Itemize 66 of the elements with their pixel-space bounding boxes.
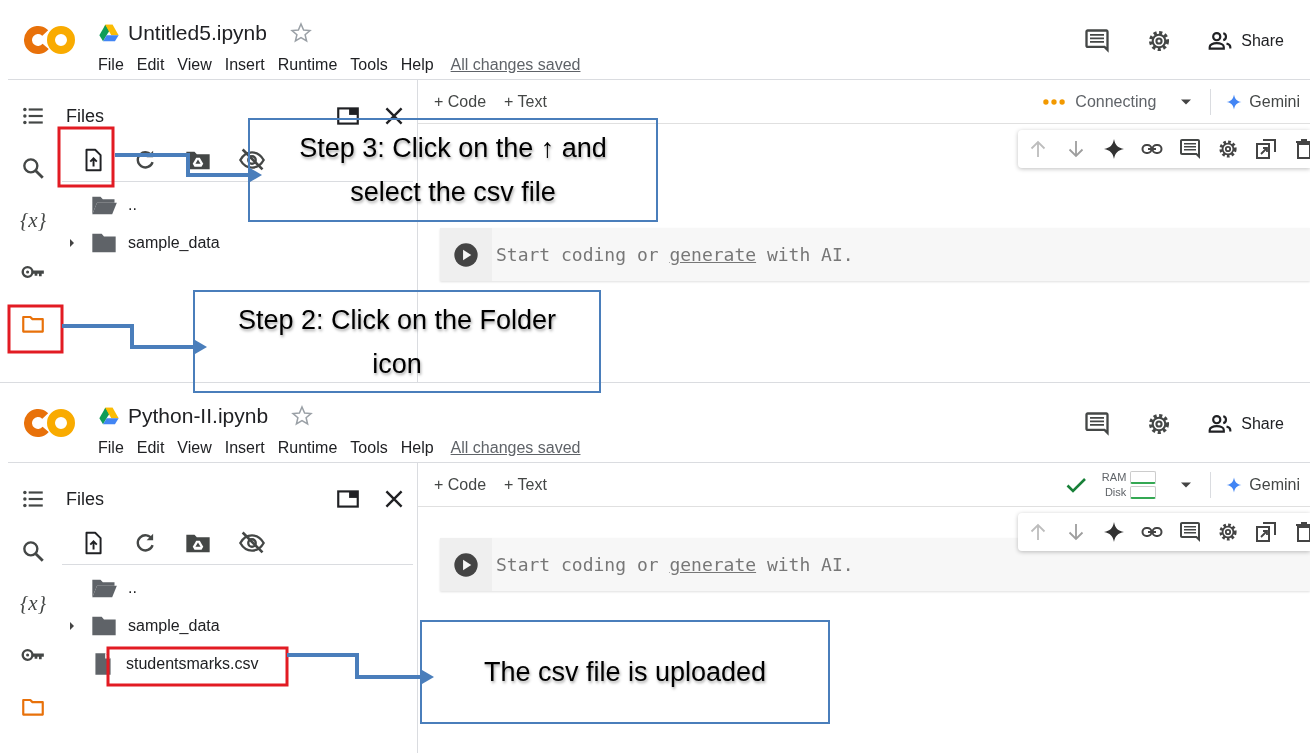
ram-label: RAM <box>1101 470 1127 484</box>
callout-text: The csv file is uploaded <box>483 656 767 689</box>
callout-text: Step 3: Click on the ↑ and select the csv file <box>298 132 608 209</box>
run-cell-icon[interactable] <box>452 240 480 269</box>
star-icon[interactable] <box>290 403 315 428</box>
menu-item[interactable]: Tools <box>350 52 388 77</box>
menu-item[interactable]: Insert <box>224 435 265 460</box>
add-cell-button[interactable]: + Text <box>504 89 547 114</box>
search-icon[interactable] <box>20 538 46 564</box>
comment-icon[interactable] <box>1178 520 1202 544</box>
run-cell-icon[interactable] <box>452 550 480 579</box>
menu-item[interactable]: Tools <box>350 435 388 460</box>
file-name[interactable]: sample_data <box>128 231 220 255</box>
notebook-title[interactable]: Untitled5.ipynb <box>128 17 267 49</box>
menu-item[interactable]: Runtime <box>277 52 338 77</box>
file-name[interactable]: studentsmarks.csv <box>126 652 259 676</box>
file-name[interactable]: sample_data <box>128 614 220 638</box>
add-cell-button[interactable]: + Code <box>434 472 487 497</box>
add-cell-button[interactable]: + Text <box>504 472 547 497</box>
menu-item[interactable]: View <box>177 435 212 460</box>
save-status-link[interactable]: All changes saved <box>450 435 581 460</box>
code-cell[interactable]: Start coding or generate with AI. <box>440 538 1310 591</box>
comment-icon[interactable] <box>1083 410 1112 438</box>
menu-item[interactable]: Edit <box>136 52 165 77</box>
file-name[interactable]: .. <box>128 193 137 217</box>
menu-item[interactable]: Help <box>400 52 434 77</box>
search-icon[interactable] <box>20 155 46 181</box>
callout-text: Step 2: Click on the Folder icon <box>236 303 558 381</box>
highlight-box <box>7 304 64 354</box>
menu-item[interactable]: Edit <box>136 435 165 460</box>
connecting-dots-icon <box>1043 98 1066 105</box>
menu-item[interactable]: View <box>177 52 212 77</box>
menu-item[interactable]: Insert <box>224 52 265 77</box>
code-cell[interactable]: Start coding or generate with AI. <box>440 228 1310 281</box>
share-button[interactable]: Share <box>1207 411 1284 437</box>
ram-meter <box>1130 470 1157 484</box>
comment-icon[interactable] <box>1083 27 1112 55</box>
disk-meter <box>1130 485 1157 499</box>
colab-logo[interactable] <box>24 25 76 55</box>
file-name[interactable]: .. <box>128 576 137 600</box>
generate-link[interactable]: generate <box>669 244 757 265</box>
colab-logo[interactable] <box>24 408 76 438</box>
connection-status[interactable]: Connecting <box>1075 89 1157 114</box>
notebook-title[interactable]: Python-II.ipynb <box>128 400 269 432</box>
panel-title: Files <box>66 104 104 128</box>
star-icon[interactable] <box>288 20 313 45</box>
menu-item[interactable]: File <box>98 435 124 460</box>
cell-placeholder: Start coding or generate with AI. <box>496 243 854 267</box>
panel-title: Files <box>66 487 104 511</box>
variables-icon[interactable]: {x} <box>19 209 47 231</box>
generate-link[interactable]: generate <box>669 554 757 575</box>
menu-item[interactable]: File <box>98 52 124 77</box>
highlight-box <box>57 126 115 188</box>
add-cell-button[interactable]: + Code <box>434 89 487 114</box>
variables-icon[interactable]: {x} <box>19 592 47 614</box>
mirror-cell-icon[interactable] <box>1254 520 1278 544</box>
menu-item[interactable]: Help <box>400 435 434 460</box>
comment-icon[interactable] <box>1178 137 1202 161</box>
disk-label: Disk <box>1104 485 1127 499</box>
mirror-cell-icon[interactable] <box>1254 137 1278 161</box>
share-button[interactable]: Share <box>1207 28 1284 54</box>
gemini-button[interactable]: Gemini <box>1225 472 1310 497</box>
gemini-button[interactable]: Gemini <box>1225 89 1310 114</box>
menu-item[interactable]: Runtime <box>277 435 338 460</box>
save-status-link[interactable]: All changes saved <box>450 52 581 77</box>
cell-placeholder: Start coding or generate with AI. <box>496 553 854 577</box>
